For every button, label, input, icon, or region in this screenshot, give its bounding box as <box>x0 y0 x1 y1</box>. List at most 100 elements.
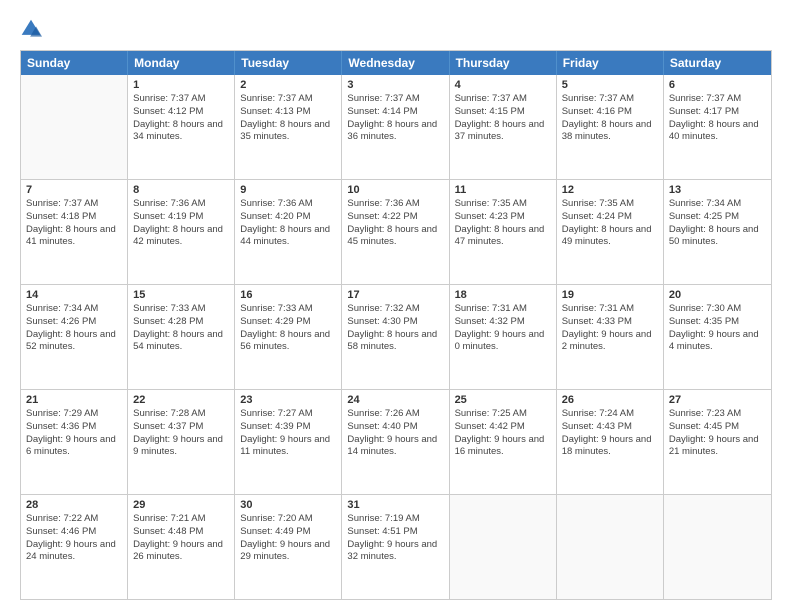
sunrise-text: Sunrise: 7:28 AM <box>133 408 229 421</box>
daylight-text: Daylight: 8 hours and 50 minutes. <box>669 224 766 250</box>
day-number: 28 <box>26 499 122 511</box>
sunrise-text: Sunrise: 7:36 AM <box>240 198 336 211</box>
day-number: 12 <box>562 184 658 196</box>
daylight-text: Daylight: 8 hours and 45 minutes. <box>347 224 443 250</box>
day-number: 3 <box>347 79 443 91</box>
sunset-text: Sunset: 4:42 PM <box>455 421 551 434</box>
day-number: 11 <box>455 184 551 196</box>
sunset-text: Sunset: 4:26 PM <box>26 316 122 329</box>
sunrise-text: Sunrise: 7:20 AM <box>240 513 336 526</box>
day-number: 23 <box>240 394 336 406</box>
sunrise-text: Sunrise: 7:37 AM <box>347 93 443 106</box>
daylight-text: Daylight: 9 hours and 14 minutes. <box>347 434 443 460</box>
sunset-text: Sunset: 4:12 PM <box>133 106 229 119</box>
sunrise-text: Sunrise: 7:37 AM <box>669 93 766 106</box>
weekday-header: Tuesday <box>235 51 342 75</box>
calendar-cell: 9Sunrise: 7:36 AMSunset: 4:20 PMDaylight… <box>235 180 342 284</box>
calendar-cell: 26Sunrise: 7:24 AMSunset: 4:43 PMDayligh… <box>557 390 664 494</box>
sunset-text: Sunset: 4:30 PM <box>347 316 443 329</box>
sunset-text: Sunset: 4:45 PM <box>669 421 766 434</box>
calendar-cell: 15 Sunrise: 7:33 AMSunset: 4:28 PMDayligh… <box>128 285 235 389</box>
calendar-cell: 25Sunrise: 7:25 AMSunset: 4:42 PMDayligh… <box>450 390 557 494</box>
sunrise-text: Sunrise: 7:37 AM <box>26 198 122 211</box>
day-number: 21 <box>26 394 122 406</box>
sunset-text: Sunset: 4:46 PM <box>26 526 122 539</box>
calendar-cell: 30Sunrise: 7:20 AMSunset: 4:49 PMDayligh… <box>235 495 342 599</box>
sunset-text: Sunset: 4:18 PM <box>26 211 122 224</box>
calendar-cell: 13Sunrise: 7:34 AMSunset: 4:25 PMDayligh… <box>664 180 771 284</box>
calendar-cell: 22Sunrise: 7:28 AMSunset: 4:37 PMDayligh… <box>128 390 235 494</box>
sunrise-text: Sunrise: 7:23 AM <box>669 408 766 421</box>
calendar-cell: 20Sunrise: 7:30 AMSunset: 4:35 PMDayligh… <box>664 285 771 389</box>
sunrise-text: Sunrise: 7:33 AM <box>240 303 336 316</box>
calendar-cell: 17 Sunrise: 7:32 AMSunset: 4:30 PMDayligh… <box>342 285 449 389</box>
calendar-cell: 6Sunrise: 7:37 AMSunset: 4:17 PMDaylight… <box>664 75 771 179</box>
sunset-text: Sunset: 4:40 PM <box>347 421 443 434</box>
calendar-cell: 3Sunrise: 7:37 AMSunset: 4:14 PMDaylight… <box>342 75 449 179</box>
day-number: 15 <box>133 289 229 301</box>
calendar-row: 1Sunrise: 7:37 AMSunset: 4:12 PMDaylight… <box>21 75 771 179</box>
calendar-cell: 10Sunrise: 7:36 AMSunset: 4:22 PMDayligh… <box>342 180 449 284</box>
daylight-text: Daylight: 9 hours and 6 minutes. <box>26 434 122 460</box>
sunrise-text: Sunrise: 7:30 AM <box>669 303 766 316</box>
logo <box>20 18 46 40</box>
sunset-text: Sunset: 4:43 PM <box>562 421 658 434</box>
day-number: 30 <box>240 499 336 511</box>
sunrise-text: Sunrise: 7:22 AM <box>26 513 122 526</box>
calendar-cell: 5Sunrise: 7:37 AMSunset: 4:16 PMDaylight… <box>557 75 664 179</box>
day-number: 16 <box>240 289 336 301</box>
daylight-text: Daylight: 8 hours and 52 minutes. <box>26 329 122 355</box>
sunrise-text: Sunrise: 7:34 AM <box>669 198 766 211</box>
sunrise-text: Sunrise: 7:37 AM <box>562 93 658 106</box>
sunset-text: Sunset: 4:25 PM <box>669 211 766 224</box>
daylight-text: Daylight: 9 hours and 18 minutes. <box>562 434 658 460</box>
day-number: 4 <box>455 79 551 91</box>
sunrise-text: Sunrise: 7:31 AM <box>455 303 551 316</box>
daylight-text: Daylight: 8 hours and 58 minutes. <box>347 329 443 355</box>
calendar-cell: 7Sunrise: 7:37 AMSunset: 4:18 PMDaylight… <box>21 180 128 284</box>
sunrise-text: Sunrise: 7:29 AM <box>26 408 122 421</box>
calendar-cell: 12Sunrise: 7:35 AMSunset: 4:24 PMDayligh… <box>557 180 664 284</box>
sunrise-text: Sunrise: 7:33 AM <box>133 303 229 316</box>
sunrise-text: Sunrise: 7:21 AM <box>133 513 229 526</box>
sunrise-text: Sunrise: 7:32 AM <box>347 303 443 316</box>
day-number: 5 <box>562 79 658 91</box>
day-number: 2 <box>240 79 336 91</box>
daylight-text: Daylight: 9 hours and 26 minutes. <box>133 539 229 565</box>
daylight-text: Daylight: 8 hours and 38 minutes. <box>562 119 658 145</box>
daylight-text: Daylight: 8 hours and 40 minutes. <box>669 119 766 145</box>
sunrise-text: Sunrise: 7:37 AM <box>455 93 551 106</box>
calendar-cell <box>664 495 771 599</box>
sunset-text: Sunset: 4:35 PM <box>669 316 766 329</box>
calendar-cell: 21Sunrise: 7:29 AMSunset: 4:36 PMDayligh… <box>21 390 128 494</box>
sunset-text: Sunset: 4:28 PM <box>133 316 229 329</box>
daylight-text: Daylight: 8 hours and 42 minutes. <box>133 224 229 250</box>
daylight-text: Daylight: 8 hours and 37 minutes. <box>455 119 551 145</box>
calendar-cell: 1Sunrise: 7:37 AMSunset: 4:12 PMDaylight… <box>128 75 235 179</box>
daylight-text: Daylight: 8 hours and 34 minutes. <box>133 119 229 145</box>
calendar-cell: 28Sunrise: 7:22 AMSunset: 4:46 PMDayligh… <box>21 495 128 599</box>
day-number: 20 <box>669 289 766 301</box>
daylight-text: Daylight: 9 hours and 11 minutes. <box>240 434 336 460</box>
day-number: 29 <box>133 499 229 511</box>
day-number: 17 <box>347 289 443 301</box>
sunrise-text: Sunrise: 7:26 AM <box>347 408 443 421</box>
sunset-text: Sunset: 4:51 PM <box>347 526 443 539</box>
calendar-header: SundayMondayTuesdayWednesdayThursdayFrid… <box>21 51 771 75</box>
daylight-text: Daylight: 9 hours and 0 minutes. <box>455 329 551 355</box>
day-number: 31 <box>347 499 443 511</box>
weekday-header: Sunday <box>21 51 128 75</box>
daylight-text: Daylight: 9 hours and 16 minutes. <box>455 434 551 460</box>
calendar-row: 21Sunrise: 7:29 AMSunset: 4:36 PMDayligh… <box>21 389 771 494</box>
calendar-row: 28 Sunrise: 7:22 AMSunset: 4:46 PM Dayligh… <box>21 494 771 599</box>
daylight-text: Daylight: 8 hours and 49 minutes. <box>562 224 658 250</box>
calendar-cell <box>450 495 557 599</box>
sunset-text: Sunset: 4:49 PM <box>240 526 336 539</box>
weekday-header: Monday <box>128 51 235 75</box>
sunrise-text: Sunrise: 7:19 AM <box>347 513 443 526</box>
day-number: 9 <box>240 184 336 196</box>
daylight-text: Daylight: 8 hours and 54 minutes. <box>133 329 229 355</box>
sunset-text: Sunset: 4:33 PM <box>562 316 658 329</box>
sunset-text: Sunset: 4:37 PM <box>133 421 229 434</box>
sunrise-text: Sunrise: 7:37 AM <box>133 93 229 106</box>
